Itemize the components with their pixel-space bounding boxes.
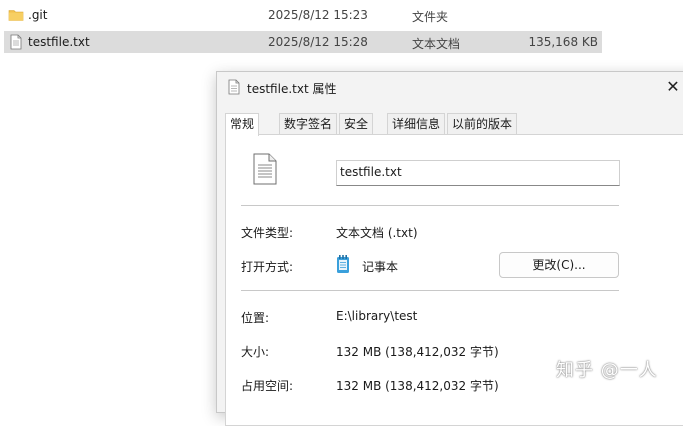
file-type-label: 文件类型:: [241, 226, 294, 240]
file-size: 135,168 KB: [528, 35, 598, 49]
tab-previous-versions[interactable]: 以前的版本: [447, 113, 518, 135]
watermark: 知乎 @一人: [556, 360, 658, 381]
divider: [241, 205, 619, 206]
size-label: 大小:: [241, 345, 270, 359]
file-type: 文件夹: [412, 10, 449, 24]
file-row-testfile[interactable]: testfile.txt 2025/8/12 15:28 文本文档 135,16…: [4, 31, 602, 53]
opens-with-value: 记事本: [362, 260, 399, 274]
text-file-icon: [253, 153, 277, 185]
folder-icon: [8, 10, 24, 21]
close-icon[interactable]: ✕: [657, 74, 683, 100]
general-panel: testfile.txt 文件类型: 文本文档 (.txt) 打开方式: 记事本…: [225, 134, 683, 426]
text-file-icon: [10, 34, 22, 50]
tab-security[interactable]: 安全: [339, 113, 374, 135]
location-value: E:\library\test: [336, 309, 418, 323]
file-type-value: 文本文档 (.txt): [336, 226, 418, 240]
file-name: .git: [28, 8, 48, 22]
file-row-git[interactable]: .git 2025/8/12 15:23 文件夹: [4, 4, 602, 26]
tab-general[interactable]: 常规: [225, 113, 260, 136]
file-date: 2025/8/12 15:28: [268, 35, 368, 49]
file-date: 2025/8/12 15:23: [268, 8, 368, 22]
divider: [241, 290, 619, 291]
file-type: 文本文档: [412, 37, 461, 51]
notepad-icon: [337, 255, 349, 273]
file-name-field[interactable]: testfile.txt: [336, 160, 620, 186]
tab-digital-signatures[interactable]: 数字签名: [279, 113, 338, 135]
text-file-icon: [228, 79, 240, 95]
tab-details[interactable]: 详细信息: [387, 113, 446, 135]
location-label: 位置:: [241, 311, 270, 325]
opens-with-label: 打开方式:: [241, 260, 294, 274]
change-button[interactable]: 更改(C)...: [499, 252, 619, 278]
dialog-title: testfile.txt 属性: [247, 82, 337, 96]
size-on-disk-label: 占用空间:: [241, 379, 294, 393]
file-name: testfile.txt: [28, 35, 90, 49]
size-on-disk-value: 132 MB (138,412,032 字节): [336, 379, 499, 393]
dialog-titlebar[interactable]: testfile.txt 属性 ✕: [217, 72, 683, 102]
size-value: 132 MB (138,412,032 字节): [336, 345, 499, 359]
